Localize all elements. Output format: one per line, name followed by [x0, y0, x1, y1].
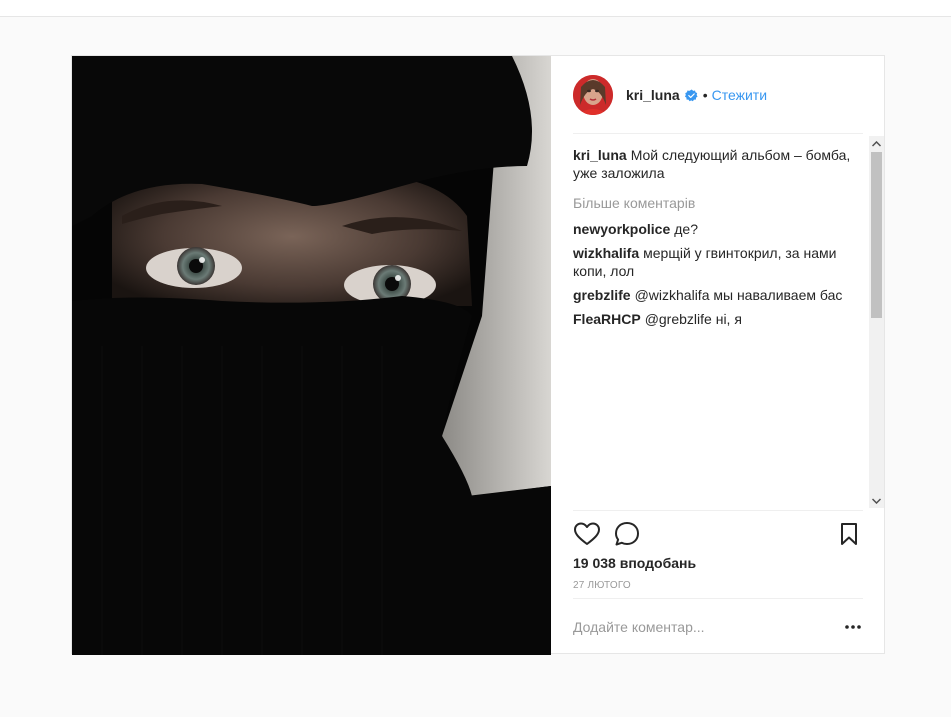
comment-item: grebzlife @wizkhalifa мы наваливаем бас	[573, 286, 863, 304]
comments-scrollbar[interactable]	[869, 136, 884, 508]
divider	[573, 510, 863, 511]
more-dots-icon	[845, 625, 861, 629]
comment-text: де?	[674, 221, 699, 237]
scroll-up-arrow-icon[interactable]	[869, 136, 884, 151]
comment-item: newyorkpolice де?	[573, 220, 863, 238]
follow-button[interactable]: Стежити	[712, 87, 767, 103]
add-comment-input[interactable]	[573, 616, 823, 638]
post-date[interactable]: 27 ЛЮТОГО	[573, 580, 631, 591]
load-more-comments-button[interactable]: Більше коментарів	[573, 195, 863, 211]
caption-username[interactable]: kri_luna	[573, 147, 627, 163]
post-photo[interactable]	[72, 56, 551, 655]
comment-username[interactable]: FleaRHCP	[573, 311, 641, 327]
comment-username[interactable]: wizkhalifa	[573, 245, 639, 261]
post-actions	[573, 520, 863, 548]
post-card: kri_luna • Стежити kri_luna Мой следующий…	[71, 55, 886, 655]
heart-icon	[574, 522, 600, 545]
comment-button[interactable]	[613, 520, 641, 548]
username-link[interactable]: kri_luna	[626, 87, 680, 103]
separator-dot: •	[702, 87, 708, 103]
comment-item: wizkhalifa мерщій у гвинтокрил, за нами к…	[573, 244, 863, 280]
divider	[573, 598, 863, 599]
comment-text: @grebzlife ні, я	[644, 311, 742, 327]
more-options-button[interactable]	[843, 618, 863, 636]
comment-bubble-icon	[615, 522, 639, 546]
comment-text: @wizkhalifa мы наваливаем бас	[634, 287, 843, 303]
comments-list: kri_luna Мой следующий альбом – бомба, уж…	[573, 136, 863, 508]
post-header: kri_luna • Стежити	[573, 75, 863, 115]
likes-count[interactable]: 19 038 вподобань	[573, 555, 696, 571]
verified-badge-icon	[684, 89, 698, 101]
scroll-down-arrow-icon[interactable]	[869, 493, 884, 508]
like-button[interactable]	[573, 520, 601, 548]
avatar[interactable]	[573, 75, 613, 115]
post-caption: kri_luna Мой следующий альбом – бомба, уж…	[573, 146, 863, 182]
bookmark-icon	[841, 523, 857, 545]
comment-username[interactable]: newyorkpolice	[573, 221, 670, 237]
comment-username[interactable]: grebzlife	[573, 287, 631, 303]
scrollbar-thumb[interactable]	[871, 152, 882, 318]
comment-item: FleaRHCP @grebzlife ні, я	[573, 310, 863, 328]
top-nav-bar	[0, 0, 951, 17]
post-sidebar: kri_luna • Стежити kri_luna Мой следующий…	[551, 56, 886, 655]
divider	[573, 133, 863, 134]
save-button[interactable]	[835, 520, 863, 548]
